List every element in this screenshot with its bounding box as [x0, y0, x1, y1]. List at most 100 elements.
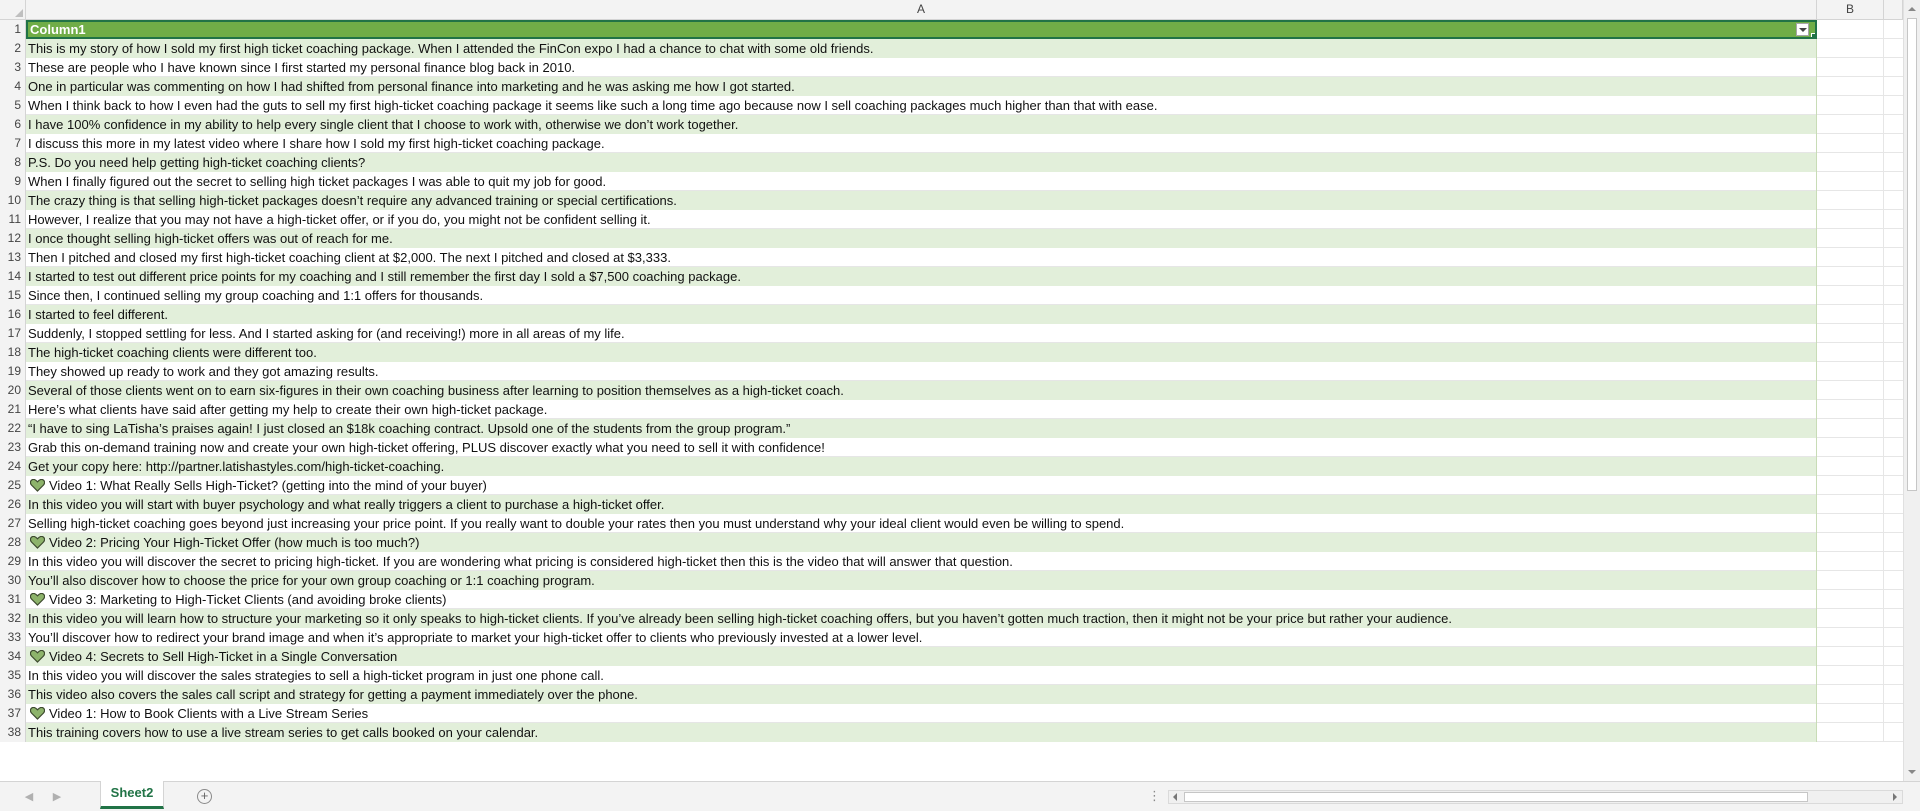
cell-c[interactable] — [1884, 571, 1903, 590]
cell-c[interactable] — [1884, 77, 1903, 96]
cell-a[interactable]: Selling high-ticket coaching goes beyond… — [26, 514, 1817, 533]
cell-b[interactable] — [1817, 438, 1884, 457]
vertical-scroll-thumb[interactable] — [1907, 18, 1917, 491]
row-number[interactable]: 6 — [0, 115, 26, 134]
filter-dropdown-icon[interactable] — [1796, 23, 1809, 36]
cell-c[interactable] — [1884, 39, 1903, 58]
cell-b[interactable] — [1817, 457, 1884, 476]
row-number[interactable]: 15 — [0, 286, 26, 305]
cell-a[interactable]: Get your copy here: http://partner.latis… — [26, 457, 1817, 476]
row-number[interactable]: 4 — [0, 77, 26, 96]
cell-a[interactable]: I once thought selling high-ticket offer… — [26, 229, 1817, 248]
cell-c[interactable] — [1884, 514, 1903, 533]
cell-b[interactable] — [1817, 609, 1884, 628]
row-number[interactable]: 24 — [0, 457, 26, 476]
cell-c[interactable] — [1884, 58, 1903, 77]
row-number[interactable]: 19 — [0, 362, 26, 381]
cell-a[interactable]: Grab this on-demand training now and cre… — [26, 438, 1817, 457]
cell-b[interactable] — [1817, 514, 1884, 533]
cell-c[interactable] — [1884, 210, 1903, 229]
row-number[interactable]: 25 — [0, 476, 26, 495]
cell-b[interactable] — [1817, 115, 1884, 134]
cell-a[interactable]: Video 3: Marketing to High-Ticket Client… — [26, 590, 1817, 609]
row-number[interactable]: 30 — [0, 571, 26, 590]
cell-a[interactable]: When I finally figured out the secret to… — [26, 172, 1817, 191]
scroll-up-icon[interactable] — [1904, 0, 1920, 17]
cell-c[interactable] — [1884, 552, 1903, 571]
cell-b[interactable] — [1817, 647, 1884, 666]
row-number[interactable]: 22 — [0, 419, 26, 438]
cell-b[interactable] — [1817, 172, 1884, 191]
cell-a[interactable]: In this video you will learn how to stru… — [26, 609, 1817, 628]
cell-c[interactable] — [1884, 153, 1903, 172]
cell-b[interactable] — [1817, 571, 1884, 590]
cell-c[interactable] — [1884, 647, 1903, 666]
cell-a[interactable]: Here’s what clients have said after gett… — [26, 400, 1817, 419]
cell-b[interactable] — [1817, 628, 1884, 647]
cell-a[interactable]: You’ll discover how to redirect your bra… — [26, 628, 1817, 647]
cell-a[interactable]: They showed up ready to work and they go… — [26, 362, 1817, 381]
cell-a[interactable]: In this video you will discover the secr… — [26, 552, 1817, 571]
cell-b[interactable] — [1817, 305, 1884, 324]
cell-c[interactable] — [1884, 438, 1903, 457]
row-number[interactable]: 9 — [0, 172, 26, 191]
cell-c[interactable] — [1884, 400, 1903, 419]
cell-c[interactable] — [1884, 115, 1903, 134]
row-number[interactable]: 31 — [0, 590, 26, 609]
cell-a[interactable]: Suddenly, I stopped settling for less. A… — [26, 324, 1817, 343]
cell-b[interactable] — [1817, 324, 1884, 343]
select-all-corner[interactable] — [0, 0, 26, 19]
vertical-scrollbar[interactable] — [1903, 0, 1920, 781]
row-number[interactable]: 27 — [0, 514, 26, 533]
cell-c[interactable] — [1884, 96, 1903, 115]
row-number[interactable]: 32 — [0, 609, 26, 628]
cell-b[interactable] — [1817, 533, 1884, 552]
cell-b[interactable] — [1817, 666, 1884, 685]
row-number[interactable]: 28 — [0, 533, 26, 552]
cell-a[interactable]: Video 1: What Really Sells High-Ticket? … — [26, 476, 1817, 495]
cell-a[interactable]: I discuss this more in my latest video w… — [26, 134, 1817, 153]
cell-a[interactable]: However, I realize that you may not have… — [26, 210, 1817, 229]
cell-b[interactable] — [1817, 96, 1884, 115]
row-number[interactable]: 17 — [0, 324, 26, 343]
cell-a[interactable]: This video also covers the sales call sc… — [26, 685, 1817, 704]
cell-c[interactable] — [1884, 343, 1903, 362]
cell-b[interactable] — [1817, 248, 1884, 267]
cell-a[interactable]: Video 4: Secrets to Sell High-Ticket in … — [26, 647, 1817, 666]
cell-a[interactable]: “I have to sing LaTisha’s praises again!… — [26, 419, 1817, 438]
cell-b[interactable] — [1817, 685, 1884, 704]
cell-b[interactable] — [1817, 419, 1884, 438]
cell-a[interactable]: Then I pitched and closed my first high-… — [26, 248, 1817, 267]
cell-c[interactable] — [1884, 666, 1903, 685]
cell-a[interactable]: This is my story of how I sold my first … — [26, 39, 1817, 58]
row-number[interactable]: 23 — [0, 438, 26, 457]
row-number[interactable]: 38 — [0, 723, 26, 742]
cell-b[interactable] — [1817, 495, 1884, 514]
row-number[interactable]: 1 — [0, 20, 26, 39]
cell-a[interactable]: This training covers how to use a live s… — [26, 723, 1817, 742]
cell-c[interactable] — [1884, 704, 1903, 723]
row-number[interactable]: 21 — [0, 400, 26, 419]
cell-b[interactable] — [1817, 58, 1884, 77]
cell-c[interactable] — [1884, 419, 1903, 438]
row-number[interactable]: 35 — [0, 666, 26, 685]
cell-b[interactable] — [1817, 20, 1884, 39]
cell-b[interactable] — [1817, 590, 1884, 609]
next-sheet-icon[interactable]: ▶ — [52, 791, 62, 803]
row-number[interactable]: 5 — [0, 96, 26, 115]
cell-a[interactable]: I have 100% confidence in my ability to … — [26, 115, 1817, 134]
cell-b[interactable] — [1817, 229, 1884, 248]
cell-c[interactable] — [1884, 172, 1903, 191]
prev-sheet-icon[interactable]: ◀ — [24, 791, 34, 803]
cell-b[interactable] — [1817, 381, 1884, 400]
row-number[interactable]: 13 — [0, 248, 26, 267]
cell-c[interactable] — [1884, 533, 1903, 552]
cell-b[interactable] — [1817, 552, 1884, 571]
row-number[interactable]: 33 — [0, 628, 26, 647]
cell-b[interactable] — [1817, 476, 1884, 495]
cell-b[interactable] — [1817, 267, 1884, 286]
cell-a[interactable]: When I think back to how I even had the … — [26, 96, 1817, 115]
row-number[interactable]: 16 — [0, 305, 26, 324]
cell-b[interactable] — [1817, 134, 1884, 153]
cell-c[interactable] — [1884, 191, 1903, 210]
